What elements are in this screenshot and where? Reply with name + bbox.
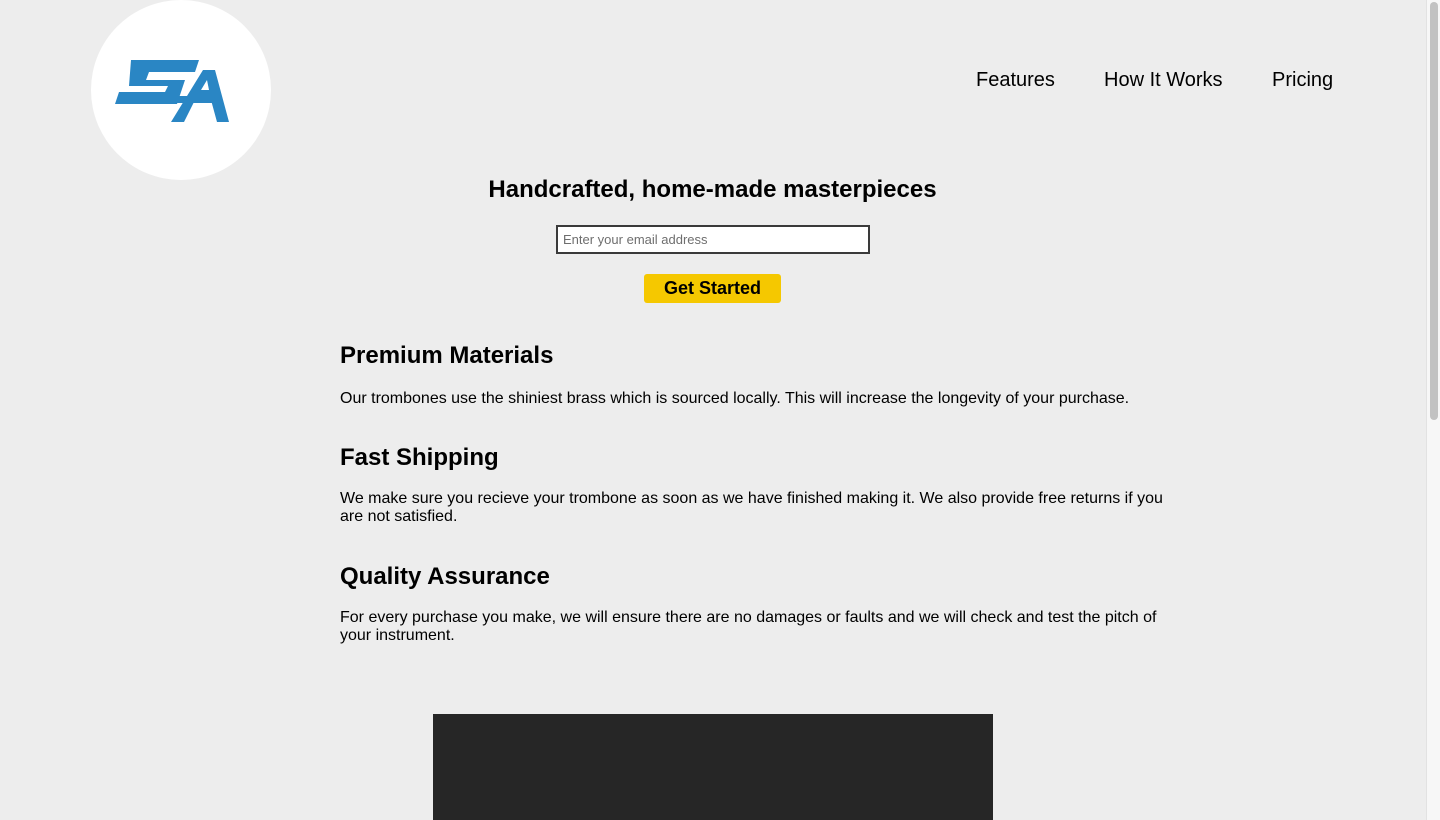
page-scrollbar[interactable] — [1426, 0, 1440, 820]
feature-title: Premium Materials — [340, 342, 554, 369]
video-embed[interactable] — [433, 714, 993, 820]
feature-fast-shipping: Fast Shipping We make sure you recieve y… — [340, 440, 1170, 526]
feature-text: We make sure you recieve your trombone a… — [340, 490, 1163, 525]
main-nav: Features How It Works Pricing — [976, 67, 1352, 93]
nav-link-how-it-works[interactable]: How It Works — [1104, 67, 1272, 93]
feature-text: For every purchase you make, we will ens… — [340, 609, 1157, 644]
feature-quality-assurance: Quality Assurance For every purchase you… — [340, 559, 1170, 645]
brand-logo[interactable] — [91, 0, 271, 180]
feature-title: Quality Assurance — [340, 563, 550, 590]
sa-logo-icon — [115, 60, 229, 122]
get-started-button[interactable]: Get Started — [644, 274, 781, 303]
nav-link-features[interactable]: Features — [976, 67, 1104, 93]
landing-page: Features How It Works Pricing Handcrafte… — [0, 0, 1440, 820]
scrollbar-thumb[interactable] — [1430, 2, 1438, 420]
email-input[interactable] — [556, 225, 870, 254]
feature-text: Our trombones use the shiniest brass whi… — [340, 390, 1130, 407]
hero-section: Handcrafted, home-made masterpieces — [0, 172, 1425, 208]
hero-title: Handcrafted, home-made masterpieces — [488, 176, 937, 203]
feature-premium-materials: Premium Materials Our trombones use the … — [340, 338, 1170, 408]
nav-link-pricing[interactable]: Pricing — [1272, 67, 1352, 93]
feature-title: Fast Shipping — [340, 444, 499, 471]
